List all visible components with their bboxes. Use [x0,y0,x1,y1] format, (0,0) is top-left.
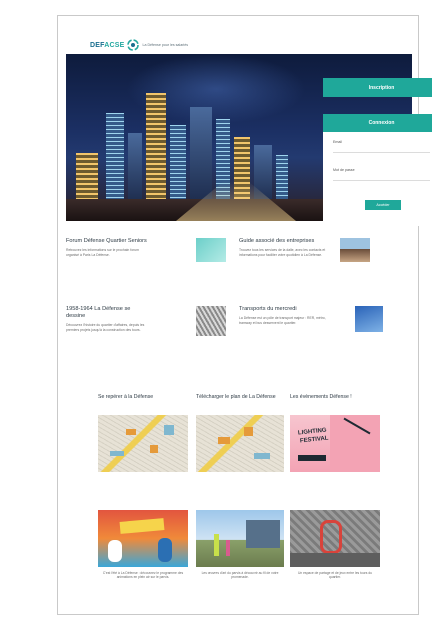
password-field[interactable] [333,180,430,181]
logo-wordmark-left: DEF [90,41,105,49]
article-thumbnail[interactable] [196,306,226,336]
photo-sculpture [226,540,230,556]
photo-caption: Un espace de partage et de jeux entre le… [297,571,373,580]
article-thumbnail[interactable] [196,238,226,262]
section-title[interactable]: Se repérer à la Défense [98,394,188,400]
page-frame: DEFACSE La Défense pour les salariés Ins… [57,15,432,615]
article-title: Guide associé des entreprises [239,238,315,244]
article-body: La Défense est un pôle de transport maje… [239,316,326,325]
photo-figure [158,538,172,562]
site-logo[interactable]: DEFACSE La Défense pour les salariés [90,38,188,52]
logo-wordmark: DEFACSE [90,42,124,49]
event-poster[interactable]: LIGHTING FESTIVAL [290,415,380,472]
article-title: 1958-1964 La Défense se dessine [66,306,131,319]
photo-card-image[interactable] [98,510,188,567]
article-card[interactable]: 1958-1964 La Défense se dessine Découvre… [66,306,150,332]
article-title: Transports du mercredi [239,306,297,312]
logo-wordmark-right: ACSE [104,41,125,49]
poster-badge [298,455,326,461]
photo-caption: C'est l'été à La Défense : découvrez le … [102,571,184,580]
photo-banner [119,518,165,534]
map-zone [126,429,136,435]
map-zone [254,453,270,459]
hero-tower [106,113,124,203]
map-zone [110,451,124,456]
hero-tower [128,133,142,203]
article-body: Retrouvez les informations sur le procha… [66,248,139,257]
email-field[interactable] [333,152,430,153]
login-panel: Connexion Email Mot de passe Accéder [323,114,432,226]
map-zone [218,437,230,444]
map-zone [150,445,158,453]
map-image[interactable] [196,415,284,472]
login-title: Connexion [323,114,432,132]
hero-tower [276,155,288,203]
article-card[interactable]: Guide associé des entreprises Trouvez to… [239,238,327,257]
poster-ornament [343,417,371,435]
photo-figure [108,540,122,562]
article-title: Forum Défense Quartier Seniors [66,238,147,244]
photo-structure [320,520,342,554]
photo-card-image[interactable] [196,510,284,567]
article-thumbnail[interactable] [355,306,383,332]
photo-building [246,520,280,548]
hero-tower [146,93,166,203]
password-label: Mot de passe [333,168,355,172]
inscription-button[interactable]: Inscription [323,78,432,97]
email-label: Email [333,140,342,144]
article-body: Découvrez l'histoire du quartier d'affai… [66,323,145,332]
section-title[interactable]: Les évènements Défense ! [290,394,390,400]
map-image[interactable] [98,415,188,472]
photo-card-image[interactable] [290,510,380,567]
article-body: Trouvez tous les services de la dalle, a… [239,248,326,257]
photo-caption: Les œuvres d'art du parvis à découvrir a… [201,571,279,580]
photo-ground [290,553,380,567]
hero-tower [76,153,98,203]
map-zone [164,425,174,435]
logo-swirl-icon [127,39,140,51]
section-title[interactable]: Télécharger le plan de La Défense [196,394,286,400]
logo-tagline: La Défense pour les salariés [142,43,189,47]
poster-panel [290,415,330,472]
article-card[interactable]: Transports du mercredi La Défense est un… [239,306,327,325]
photo-sculpture [214,534,219,556]
map-zone [244,427,253,436]
article-card[interactable]: Forum Défense Quartier Seniors Retrouvez… [66,238,150,257]
hero-tower [170,125,186,203]
hero-tower [190,107,212,203]
article-thumbnail[interactable] [340,238,370,262]
login-submit-button[interactable]: Accéder [365,200,401,210]
